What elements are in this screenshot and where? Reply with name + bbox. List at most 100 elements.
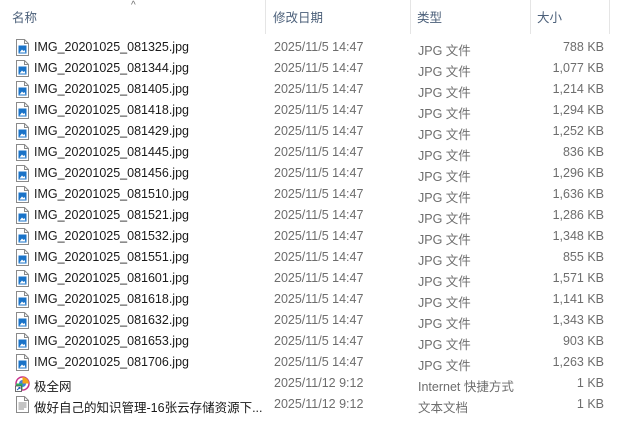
image-file-icon <box>15 81 30 98</box>
file-row[interactable]: IMG_20201025_081653.jpg 2025/11/5 14:47 JP… <box>0 331 617 352</box>
file-size: 788 KB <box>562 40 604 54</box>
file-name: IMG_20201025_081551.jpg <box>34 250 189 264</box>
file-type: 文本文档 <box>418 401 469 415</box>
file-modified-date: 2025/11/5 14:47 <box>274 187 364 201</box>
file-row[interactable]: IMG_20201025_081445.jpg 2025/11/5 14:47 JP… <box>0 142 617 163</box>
column-header-date[interactable]: 修改日期 <box>273 0 409 34</box>
file-row[interactable]: IMG_20201025_081344.jpg 2025/11/5 14:47 JP… <box>0 58 617 79</box>
file-size: 1,571 KB <box>552 271 604 285</box>
file-row[interactable]: IMG_20201025_081551.jpg 2025/11/5 14:47 JP… <box>0 247 617 268</box>
file-row[interactable]: IMG_20201025_081601.jpg 2025/11/5 14:47 JP… <box>0 268 617 289</box>
file-type: JPG 文件 <box>418 191 471 205</box>
file-type: JPG 文件 <box>418 86 471 100</box>
column-divider[interactable] <box>609 0 610 34</box>
file-row[interactable]: 做好自己的知识管理-16张云存储资源下... 2025/11/12 9:12 文本文… <box>0 394 617 415</box>
file-size: 855 KB <box>562 250 604 264</box>
image-file-icon <box>15 354 30 371</box>
file-type: JPG 文件 <box>418 128 471 142</box>
file-name: IMG_20201025_081653.jpg <box>34 334 189 348</box>
file-modified-date: 2025/11/12 9:12 <box>274 376 364 390</box>
file-row[interactable]: IMG_20201025_081418.jpg 2025/11/5 14:47 JP… <box>0 100 617 121</box>
file-name: 极全网 <box>34 380 72 394</box>
file-name: IMG_20201025_081706.jpg <box>34 355 189 369</box>
image-file-icon <box>15 144 30 161</box>
file-row[interactable]: IMG_20201025_081429.jpg 2025/11/5 14:47 JP… <box>0 121 617 142</box>
file-modified-date: 2025/11/5 14:47 <box>274 250 364 264</box>
file-name: IMG_20201025_081445.jpg <box>34 145 189 159</box>
column-divider[interactable] <box>410 0 411 34</box>
file-size: 1,343 KB <box>552 313 604 327</box>
image-file-icon <box>15 165 30 182</box>
file-type: JPG 文件 <box>418 275 471 289</box>
image-file-icon <box>15 39 30 56</box>
image-file-icon <box>15 270 30 287</box>
image-file-icon <box>15 102 30 119</box>
image-file-icon <box>15 186 30 203</box>
file-name: IMG_20201025_081429.jpg <box>34 124 189 138</box>
file-name: IMG_20201025_081418.jpg <box>34 103 189 117</box>
file-modified-date: 2025/11/5 14:47 <box>274 166 364 180</box>
file-modified-date: 2025/11/12 9:12 <box>274 397 364 411</box>
file-row[interactable]: IMG_20201025_081521.jpg 2025/11/5 14:47 JP… <box>0 205 617 226</box>
image-file-icon <box>15 249 30 266</box>
file-size: 1,296 KB <box>552 166 604 180</box>
file-size: 1 KB <box>576 397 604 411</box>
file-modified-date: 2025/11/5 14:47 <box>274 355 364 369</box>
file-row[interactable]: IMG_20201025_081510.jpg 2025/11/5 14:47 JP… <box>0 184 617 205</box>
file-type: JPG 文件 <box>418 65 471 79</box>
file-type: JPG 文件 <box>418 254 471 268</box>
internet-shortcut-icon <box>15 375 30 392</box>
file-name: IMG_20201025_081618.jpg <box>34 292 189 306</box>
file-name: IMG_20201025_081521.jpg <box>34 208 189 222</box>
file-type: JPG 文件 <box>418 338 471 352</box>
image-file-icon <box>15 312 30 329</box>
column-divider[interactable] <box>530 0 531 34</box>
image-file-icon <box>15 123 30 140</box>
file-type: JPG 文件 <box>418 233 471 247</box>
file-name: IMG_20201025_081344.jpg <box>34 61 189 75</box>
file-size: 1,286 KB <box>552 208 604 222</box>
column-header-size[interactable]: 大小 <box>537 0 607 34</box>
file-row[interactable]: IMG_20201025_081706.jpg 2025/11/5 14:47 JP… <box>0 352 617 373</box>
column-header-name[interactable]: 名称 <box>12 0 264 34</box>
file-size: 1,348 KB <box>552 229 604 243</box>
image-file-icon <box>15 207 30 224</box>
file-type: JPG 文件 <box>418 149 471 163</box>
file-modified-date: 2025/11/5 14:47 <box>274 271 364 285</box>
file-modified-date: 2025/11/5 14:47 <box>274 208 364 222</box>
file-size: 1,263 KB <box>552 355 604 369</box>
file-row[interactable]: IMG_20201025_081532.jpg 2025/11/5 14:47 JP… <box>0 226 617 247</box>
file-size: 1 KB <box>576 376 604 390</box>
file-row[interactable]: IMG_20201025_081618.jpg 2025/11/5 14:47 JP… <box>0 289 617 310</box>
column-divider[interactable] <box>265 0 266 34</box>
image-file-icon <box>15 333 30 350</box>
file-size: 1,636 KB <box>552 187 604 201</box>
file-size: 836 KB <box>562 145 604 159</box>
file-type: JPG 文件 <box>418 212 471 226</box>
column-header-bar: ^ 名称 修改日期 类型 大小 <box>0 0 617 34</box>
file-row[interactable]: IMG_20201025_081456.jpg 2025/11/5 14:47 JP… <box>0 163 617 184</box>
text-document-icon <box>15 396 30 413</box>
file-row[interactable]: 极全网 2025/11/12 9:12 Internet 快捷方式 1 KB <box>0 373 617 394</box>
file-size: 903 KB <box>562 334 604 348</box>
column-header-type[interactable]: 类型 <box>417 0 529 34</box>
file-row[interactable]: IMG_20201025_081325.jpg 2025/11/5 14:47 JP… <box>0 37 617 58</box>
image-file-icon <box>15 228 30 245</box>
file-row[interactable]: IMG_20201025_081405.jpg 2025/11/5 14:47 JP… <box>0 79 617 100</box>
file-name: 做好自己的知识管理-16张云存储资源下... <box>34 401 263 415</box>
file-name: IMG_20201025_081601.jpg <box>34 271 189 285</box>
file-modified-date: 2025/11/5 14:47 <box>274 40 364 54</box>
file-row[interactable]: IMG_20201025_081632.jpg 2025/11/5 14:47 JP… <box>0 310 617 331</box>
file-list: IMG_20201025_081325.jpg 2025/11/5 14:47 JP… <box>0 37 617 415</box>
file-name: IMG_20201025_081405.jpg <box>34 82 189 96</box>
file-type: JPG 文件 <box>418 170 471 184</box>
file-name: IMG_20201025_081510.jpg <box>34 187 189 201</box>
file-type: JPG 文件 <box>418 107 471 121</box>
file-name: IMG_20201025_081532.jpg <box>34 229 189 243</box>
file-modified-date: 2025/11/5 14:47 <box>274 82 364 96</box>
file-type: JPG 文件 <box>418 317 471 331</box>
file-size: 1,294 KB <box>552 103 604 117</box>
file-size: 1,252 KB <box>552 124 604 138</box>
file-size: 1,141 KB <box>552 292 604 306</box>
image-file-icon <box>15 291 30 308</box>
